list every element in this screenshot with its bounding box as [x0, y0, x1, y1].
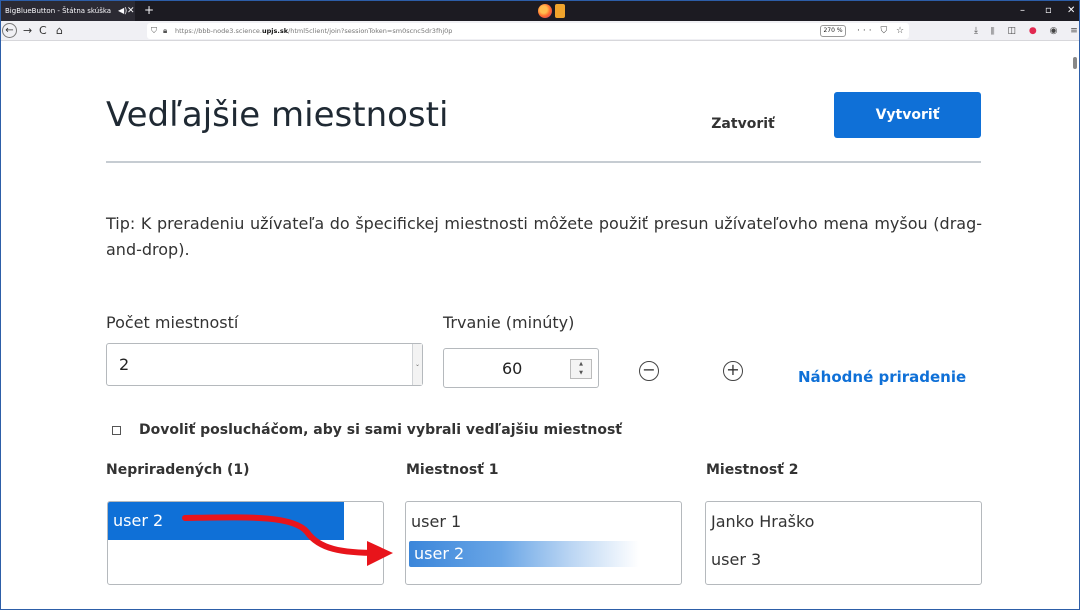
room-2-heading: Miestnosť 2 — [706, 462, 799, 478]
zoom-indicator[interactable]: 270 % — [820, 25, 846, 37]
extension-icon[interactable]: ● — [1029, 26, 1042, 36]
list-item[interactable]: user 1 — [406, 510, 461, 534]
download-library-sidebar-icon[interactable]: ⤓ ⫴ ◫ — [974, 26, 1021, 36]
account-menu-icon[interactable]: ◉ ≡ — [1050, 26, 1079, 36]
list-item[interactable]: user 2 — [108, 502, 344, 540]
minimize-button[interactable]: – — [1020, 1, 1025, 21]
spin-up-icon[interactable]: ▲ — [571, 360, 591, 369]
rooms-count-value: 2 — [119, 355, 130, 374]
forward-button[interactable]: → — [23, 21, 32, 40]
free-join-checkbox[interactable] — [112, 426, 121, 435]
url-prefix: https://bbb-node3.science. — [175, 27, 262, 35]
header-divider — [106, 161, 981, 163]
scrollbar-thumb[interactable] — [1073, 57, 1077, 69]
rooms-count-select[interactable]: 2 ⌄ — [106, 343, 423, 386]
duration-label: Trvanie (minúty) — [443, 313, 575, 332]
close-button[interactable]: Zatvoriť — [691, 109, 795, 139]
nav-bar: ← → C ⌂ ⛉ 🔒︎ https://bbb-node3.science.u… — [1, 21, 1079, 41]
speaker-icon[interactable]: ◀) — [118, 1, 127, 21]
room-2-list[interactable]: Janko Hraško user 3 — [705, 501, 982, 585]
restore-button[interactable]: ▫ — [1045, 1, 1052, 21]
room-1-heading: Miestnosť 1 — [406, 462, 499, 478]
add-room-button[interactable]: + — [723, 361, 743, 381]
private-indicator-icon — [555, 4, 565, 18]
shield-icon[interactable]: ⛉ — [151, 23, 157, 39]
duration-stepper[interactable]: ▲ ▼ — [570, 359, 592, 379]
tab-strip: BigBlueButton - Štátna skúška ◀) ✕ + – ▫… — [1, 1, 1079, 21]
create-button[interactable]: Vytvoriť — [834, 92, 981, 138]
url-suffix: /html5client/join?sessionToken=sm0scnc5d… — [288, 27, 453, 35]
tip-text: Tip: K preradeniu užívateľa do špecifick… — [106, 214, 982, 259]
page-actions-icon[interactable]: ··· ⛉ ☆ — [857, 23, 907, 39]
duration-value: 60 — [502, 359, 523, 378]
toolbar-icons[interactable]: ⤓ ⫴ ◫ ● ◉ ≡ — [974, 21, 1079, 41]
random-assign-link[interactable]: Náhodné priradenie — [798, 367, 966, 387]
tab-title: BigBlueButton - Štátna skúška — [5, 7, 112, 15]
duration-input[interactable]: 60 ▲ ▼ — [443, 348, 599, 388]
url-bar[interactable]: ⛉ 🔒︎ https://bbb-node3.science.upjs.sk/h… — [147, 23, 909, 39]
list-item[interactable]: user 3 — [706, 548, 761, 572]
spin-down-icon[interactable]: ▼ — [571, 369, 591, 378]
reload-button[interactable]: C — [39, 21, 47, 40]
drop-ghost: user 2 — [409, 541, 639, 567]
url-domain: upjs.sk — [261, 27, 289, 35]
lock-icon[interactable]: 🔒︎ — [163, 23, 167, 39]
unassigned-list[interactable]: user 2 — [107, 501, 384, 585]
unassigned-heading: Nepriradených (1) — [106, 462, 250, 478]
free-join-label[interactable]: Dovoliť poslucháčom, aby si sami vybrali… — [139, 419, 622, 441]
list-item[interactable]: Janko Hraško — [706, 510, 814, 534]
url-text[interactable]: https://bbb-node3.science.upjs.sk/html5c… — [175, 23, 452, 39]
room-1-list[interactable]: user 1 user 2 — [405, 501, 682, 585]
tab-close-icon[interactable]: ✕ — [127, 1, 135, 21]
remove-room-button[interactable]: − — [639, 361, 659, 381]
new-tab-button[interactable]: + — [144, 1, 154, 20]
back-button[interactable]: ← — [2, 23, 17, 38]
home-button[interactable]: ⌂ — [56, 21, 63, 40]
firefox-logo-icon — [538, 4, 552, 18]
chevron-down-icon[interactable]: ⌄ — [412, 344, 422, 385]
window-close-button[interactable]: ✕ — [1067, 1, 1075, 21]
browser-window: BigBlueButton - Štátna skúška ◀) ✕ + – ▫… — [0, 0, 1080, 610]
page-title: Vedľajšie miestnosti — [106, 95, 449, 135]
browser-tab[interactable]: BigBlueButton - Štátna skúška — [1, 1, 135, 21]
rooms-count-label: Počet miestností — [106, 313, 239, 332]
